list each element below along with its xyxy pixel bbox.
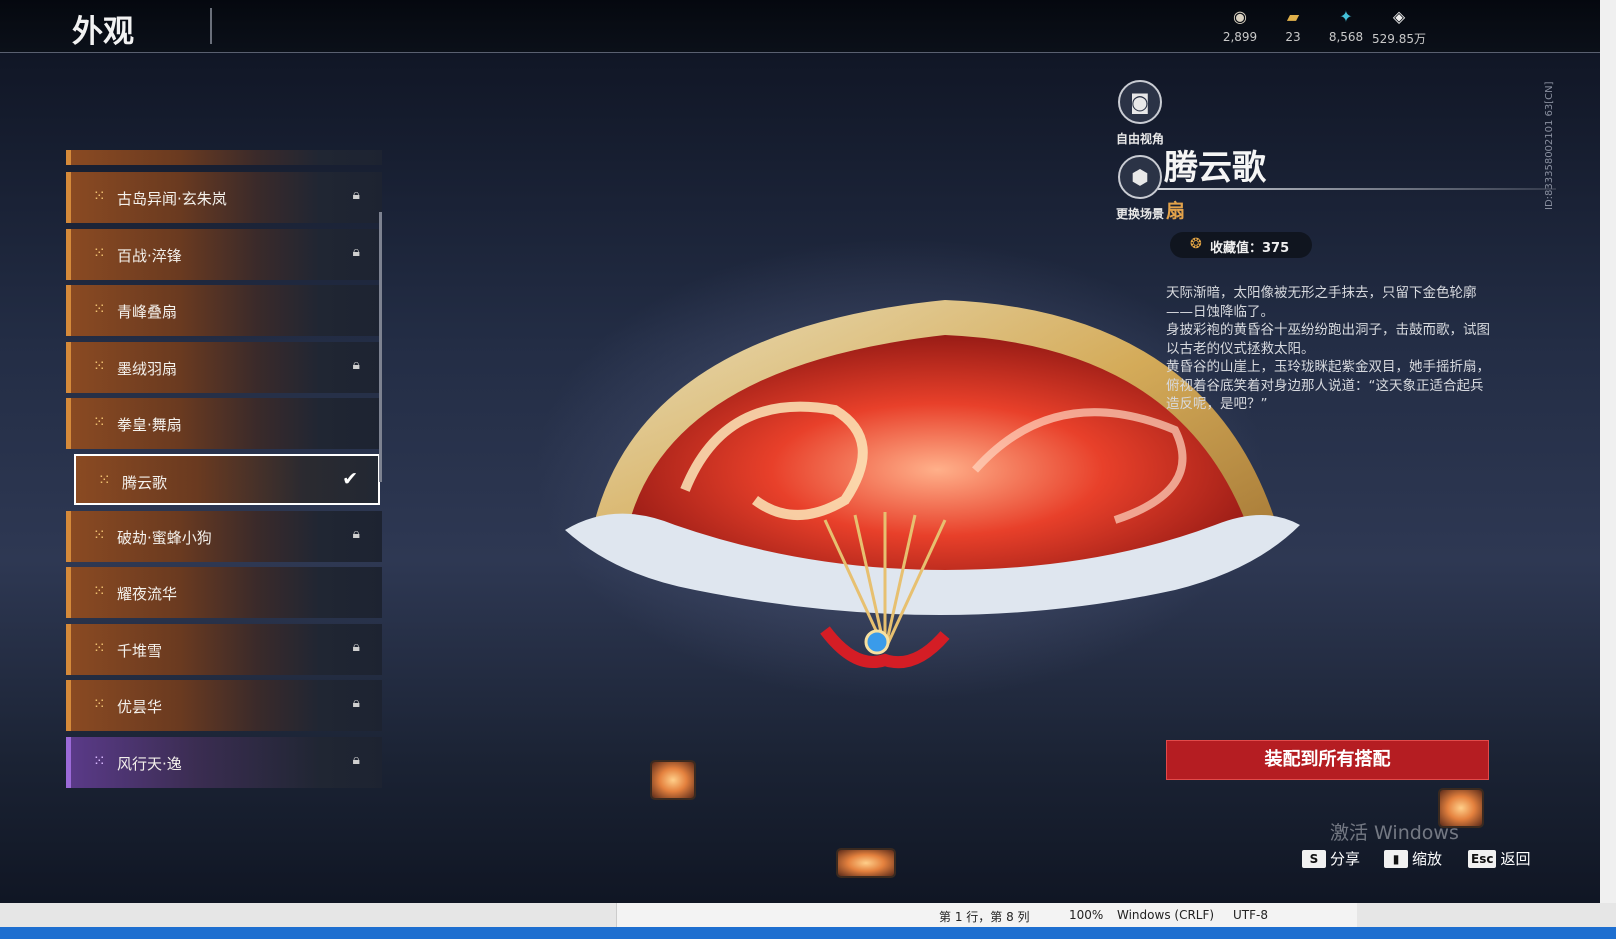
collection-icon: ❂ <box>1190 236 1202 252</box>
list-item-label: 千堆雪 <box>117 642 163 660</box>
list-item[interactable]: ⁙ 拳皇·舞扇 <box>66 398 382 449</box>
fan-jewel <box>864 629 890 655</box>
currency-value: 529.85万 <box>1372 32 1426 46</box>
item-description: 天际渐暗，太阳像被无形之手抹去，只留下金色轮廓——日蚀降临了。 身披彩袍的黄昏谷… <box>1166 285 1490 412</box>
list-item[interactable]: ⁙ 耀夜流华 <box>66 567 382 618</box>
list-item-label: 青峰叠扇 <box>117 303 178 321</box>
lock-icon: 🔒︎ <box>352 187 360 203</box>
rarity-icon: ⁙ <box>93 244 106 262</box>
lock-icon: 🔒︎ <box>352 244 360 260</box>
list-scrollbar[interactable] <box>379 212 382 482</box>
share-label: 分享 <box>1330 850 1361 868</box>
diamond-icon: ◈ <box>1392 7 1406 26</box>
list-item[interactable]: ⁙ 墨绒羽扇 🔒︎ <box>66 342 382 393</box>
windows-activation-watermark: 激活 Windows <box>1330 822 1459 844</box>
equip-all-button[interactable]: 装配到所有搭配 <box>1166 740 1489 780</box>
collection-value: 收藏值：375 <box>1210 241 1290 256</box>
name-divider <box>1158 188 1556 190</box>
list-item[interactable]: ⁙ 古岛异闻·玄朱岚 🔒︎ <box>66 172 382 223</box>
mouse-icon: ▮ <box>1384 849 1408 868</box>
rarity-icon: ⁙ <box>93 752 106 770</box>
list-item-label: 破劫·蜜蜂小狗 <box>117 529 212 547</box>
list-item[interactable]: ⁙ 破劫·蜜蜂小狗 🔒︎ <box>66 511 382 562</box>
list-item[interactable]: ⁙ 优昙华 🔒︎ <box>66 680 382 731</box>
item-type: 扇 <box>1166 200 1186 222</box>
line-ending: Windows (CRLF) <box>1117 908 1215 922</box>
zoom-hint[interactable]: ▮ 缩放 <box>1384 848 1442 870</box>
rarity-icon: ⁙ <box>93 413 106 431</box>
rarity-icon: ⁙ <box>93 300 106 318</box>
list-item-label: 百战·淬锋 <box>117 247 182 265</box>
rarity-icon: ⁙ <box>93 357 106 375</box>
list-item-label: 腾云歌 <box>122 474 168 492</box>
back-hint[interactable]: Esc 返回 <box>1468 848 1530 870</box>
zoom-level: 100% <box>1069 908 1104 922</box>
collection-value-badge: ❂ 收藏值：375 <box>1170 232 1312 258</box>
rarity-icon: ⁙ <box>93 639 106 657</box>
rarity-icon: ⁙ <box>93 187 106 205</box>
cube-icon: ⬢ <box>1118 155 1162 199</box>
zoom-label: 缩放 <box>1412 850 1443 868</box>
list-item-label: 古岛异闻·玄朱岚 <box>117 190 227 208</box>
uid-text: ID:833358002101 63[CN] <box>1544 81 1555 210</box>
lantern-decoration <box>836 848 896 878</box>
share-hint[interactable]: S 分享 <box>1302 848 1360 870</box>
list-item-partial[interactable] <box>66 150 382 165</box>
top-bar: 外观 ◉ 2,899 ▰ 23 ✦ 8,568 ◈ 529.85万 <box>0 0 1600 53</box>
game-viewport: 外观 ◉ 2,899 ▰ 23 ✦ 8,568 ◈ 529.85万 ⁙ 古岛异闻… <box>0 0 1600 903</box>
list-item[interactable]: ⁙ 千堆雪 🔒︎ <box>66 624 382 675</box>
list-item[interactable]: ⁙ 风行天·逸 🔒︎ <box>66 737 382 788</box>
player-uid: ID:833358002101 63[CN] <box>1544 74 1558 210</box>
list-item[interactable]: ⁙ 青峰叠扇 <box>66 285 382 336</box>
free-view-button[interactable]: ◙ 自由视角 <box>1095 80 1185 147</box>
rarity-icon: ⁙ <box>93 582 106 600</box>
editor-statusbar: 第 1 行，第 8 列 100% Windows (CRLF) UTF-8 <box>616 903 1357 927</box>
encoding: UTF-8 <box>1233 908 1268 922</box>
key-esc: Esc <box>1468 849 1497 868</box>
rarity-icon: ⁙ <box>98 471 111 489</box>
cursor-position: 第 1 行，第 8 列 <box>939 910 1030 924</box>
rarity-icon: ⁙ <box>93 526 106 544</box>
lock-icon: 🔒︎ <box>352 752 360 768</box>
list-item-label: 耀夜流华 <box>117 585 178 603</box>
list-item-label: 墨绒羽扇 <box>117 360 178 378</box>
lock-icon: 🔒︎ <box>352 639 360 655</box>
list-item-label: 拳皇·舞扇 <box>117 416 182 434</box>
rarity-icon: ⁙ <box>93 695 106 713</box>
list-item[interactable]: ⁙ 百战·淬锋 🔒︎ <box>66 229 382 280</box>
checkmark-icon: ✔ <box>342 468 358 490</box>
list-item-label: 风行天·逸 <box>117 755 182 773</box>
back-label: 返回 <box>1500 850 1531 868</box>
key-s: S <box>1302 849 1326 868</box>
lock-icon: 🔒︎ <box>352 357 360 373</box>
page-title: 外观 <box>72 14 134 50</box>
camera-icon: ◙ <box>1118 80 1162 124</box>
window-edge <box>1600 0 1616 903</box>
appearance-list[interactable]: ⁙ 古岛异闻·玄朱岚 🔒︎ ⁙ 百战·淬锋 🔒︎ ⁙ 青峰叠扇 ⁙ 墨绒羽扇 🔒… <box>66 150 384 800</box>
title-divider <box>210 8 212 44</box>
currency-diamonds[interactable]: ◈ 529.85万 <box>1364 8 1434 47</box>
lock-icon: 🔒︎ <box>352 526 360 542</box>
windows-taskbar <box>0 927 1616 939</box>
item-name: 腾云歌 <box>1164 148 1266 188</box>
lock-icon: 🔒︎ <box>352 695 360 711</box>
list-item-selected[interactable]: ⁙ 腾云歌 ✔ <box>74 454 380 505</box>
list-item-label: 优昙华 <box>117 698 163 716</box>
lantern-decoration <box>650 760 696 800</box>
